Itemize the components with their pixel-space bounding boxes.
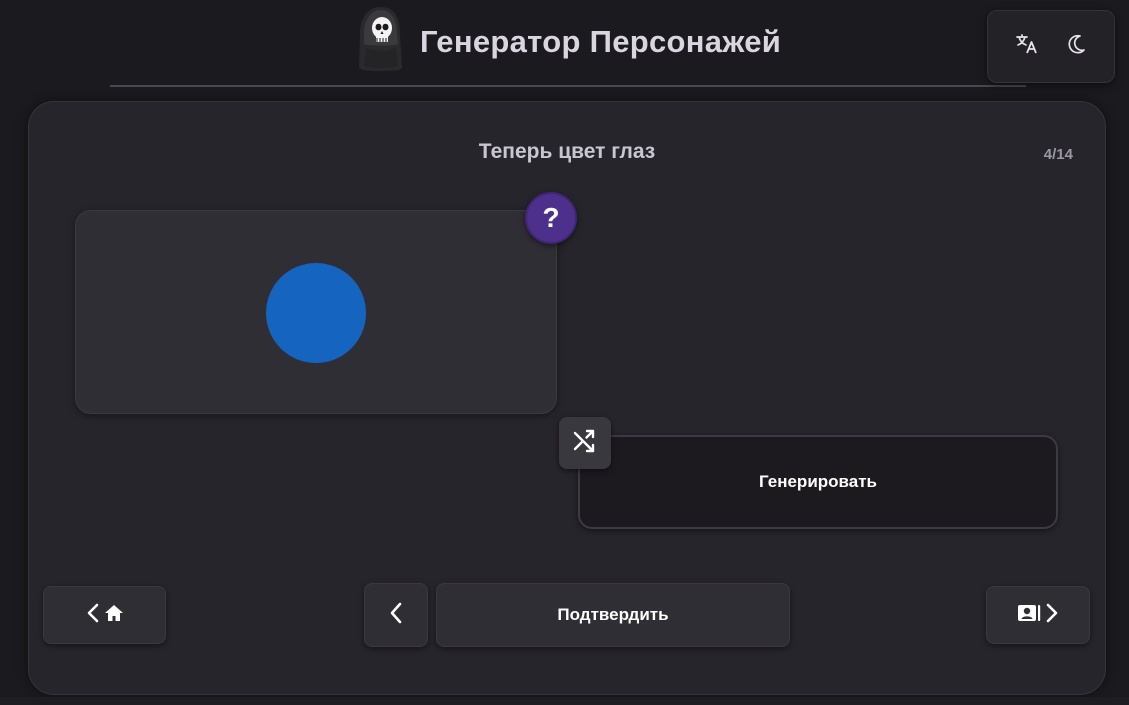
shuffle-icon (571, 427, 599, 460)
chevron-right-icon (1045, 602, 1059, 629)
step-counter: 4/14 (1043, 146, 1073, 163)
previous-step-button[interactable] (364, 583, 428, 647)
theme-toggle-button[interactable] (1062, 31, 1092, 61)
app-title: Генератор Персонажей (420, 24, 782, 59)
moon-icon (1066, 33, 1088, 60)
translate-button[interactable] (1012, 31, 1042, 61)
confirm-button[interactable]: Подтвердить (436, 583, 790, 647)
home-icon (104, 603, 124, 628)
help-button[interactable]: ? (525, 192, 577, 244)
eye-color-preview-card (75, 210, 557, 414)
translate-icon (1015, 32, 1039, 61)
chevron-left-icon (388, 601, 404, 630)
header-divider (110, 85, 1026, 87)
step-panel: Теперь цвет глаз 4/14 ? Генерировать Под… (28, 101, 1106, 695)
chevron-left-icon (86, 602, 100, 629)
shuffle-button[interactable] (559, 417, 611, 469)
back-home-button[interactable] (43, 586, 166, 644)
character-card-icon (1017, 603, 1041, 628)
bottom-edge (0, 697, 1129, 705)
header-toolbar (987, 10, 1115, 83)
app-header: Генератор Персонажей (0, 0, 1129, 90)
next-character-card-button[interactable] (986, 586, 1090, 644)
step-title: Теперь цвет глаз (478, 140, 656, 163)
grim-reaper-logo (356, 4, 406, 72)
generate-button[interactable]: Генерировать (578, 435, 1058, 529)
eye-color-swatch (266, 263, 366, 363)
